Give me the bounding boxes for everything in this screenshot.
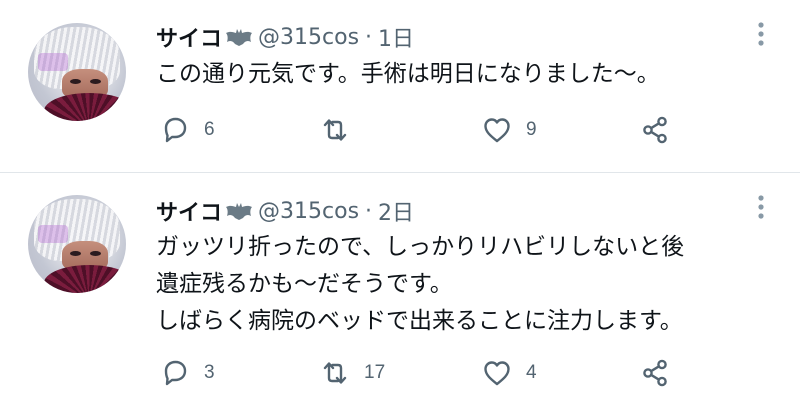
retweet-icon (323, 119, 347, 141)
like-count: 9 (526, 119, 537, 140)
retweet-button[interactable]: 17 (318, 356, 385, 390)
avatar-fan (44, 265, 126, 293)
separator-dot: · (365, 24, 373, 50)
tweet-text-line: 遺症残るかも〜だそうです。 (156, 271, 453, 297)
timestamp[interactable]: 1日 (378, 21, 414, 53)
like-button[interactable]: 9 (480, 113, 537, 147)
more-icon[interactable] (756, 193, 766, 221)
share-button[interactable] (638, 356, 672, 390)
bat-icon (226, 29, 253, 46)
avatar-tint (38, 225, 68, 243)
user-handle[interactable]: @315cos (258, 199, 359, 224)
action-bar: 3 17 4 (158, 356, 678, 390)
avatar-eye (70, 251, 81, 256)
avatar-fan (44, 93, 126, 121)
share-icon (643, 116, 667, 144)
tweet-text-line: しばらく病院のベッドで出来ることに注力します。 (156, 308, 683, 334)
share-icon (643, 359, 667, 387)
reply-icon (164, 117, 187, 143)
avatar[interactable] (28, 195, 126, 293)
display-name[interactable]: サイコ (156, 195, 222, 227)
reply-count: 6 (204, 119, 215, 140)
share-button[interactable] (638, 113, 672, 147)
tweet-text-line: ガッツリ折ったので、しっかりリハビリしないと後 (156, 234, 685, 260)
retweet-button[interactable] (318, 113, 364, 147)
timestamp[interactable]: 2日 (378, 195, 414, 227)
tweet[interactable]: サイコ @315cos · 2日 ガッツリ折ったので、しっかりリハビリしないと後… (0, 173, 800, 405)
tweet-text-line: この通り元気です。手術は明日になりました〜。 (156, 61, 660, 87)
retweet-icon (323, 362, 347, 384)
tweet-text: ガッツリ折ったので、しっかりリハビリしないと後 遺症残るかも〜だそうです。 しば… (156, 229, 766, 340)
user-handle[interactable]: @315cos (258, 25, 359, 50)
like-button[interactable]: 4 (480, 356, 537, 390)
bat-icon (226, 203, 253, 220)
avatar-eye (90, 79, 101, 84)
separator-dot: · (365, 198, 373, 224)
reply-count: 3 (204, 362, 215, 383)
avatar-eye (90, 251, 101, 256)
avatar-tint (38, 53, 68, 71)
tweet-header: サイコ @315cos · 2日 (156, 195, 414, 227)
reply-icon (164, 360, 187, 386)
retweet-count: 17 (364, 362, 386, 383)
action-bar: 6 9 (158, 113, 678, 147)
reply-button[interactable]: 3 (158, 356, 215, 390)
heart-icon (484, 361, 510, 386)
avatar-eye (70, 79, 81, 84)
tweet-text: この通り元気です。手術は明日になりました〜。 (156, 56, 766, 93)
like-count: 4 (526, 362, 537, 383)
reply-button[interactable]: 6 (158, 113, 215, 147)
avatar[interactable] (28, 23, 126, 121)
tweet-header: サイコ @315cos · 1日 (156, 21, 414, 53)
display-name[interactable]: サイコ (156, 21, 222, 53)
heart-icon (484, 118, 510, 143)
tweet[interactable]: サイコ @315cos · 1日 この通り元気です。手術は明日になりました〜。 … (0, 0, 800, 172)
more-icon[interactable] (756, 20, 766, 48)
